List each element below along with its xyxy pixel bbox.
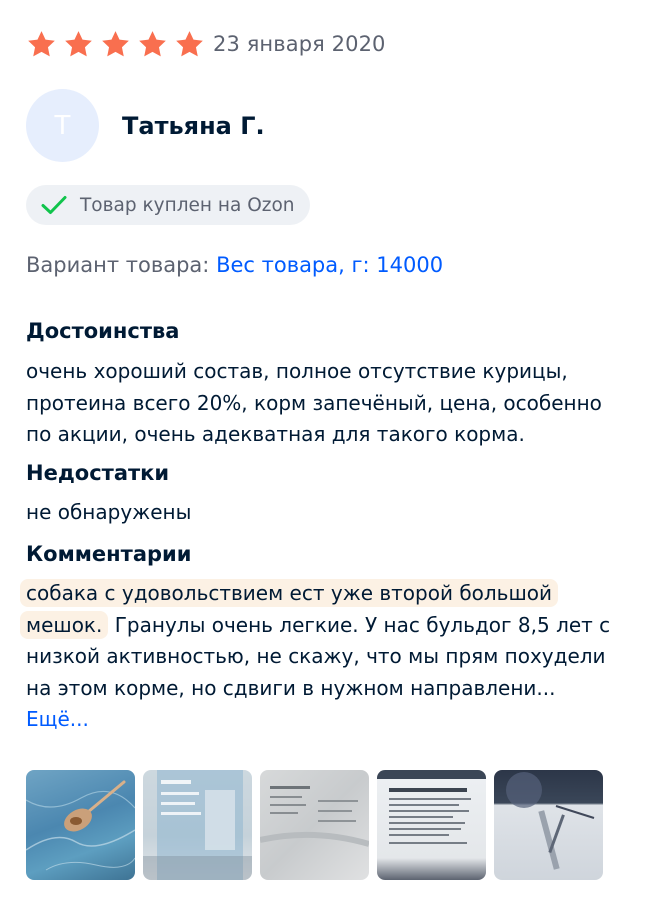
purchase-badge-text: Товар куплен на Ozon — [80, 194, 295, 216]
author-name: Татьяна Г. — [122, 111, 265, 140]
pros-text: очень хороший состав, полное отсутствие … — [26, 359, 602, 446]
review-photo[interactable] — [26, 770, 135, 880]
rating-row: 23 января 2020 — [26, 26, 386, 62]
comment-title: Комментарии — [26, 542, 192, 566]
product-variant: Вариант товара: Вес товара, г: 14000 — [26, 253, 443, 277]
star-icon — [102, 30, 129, 56]
review-photo[interactable] — [260, 770, 369, 880]
show-more-link[interactable]: Ещё... — [26, 707, 89, 731]
avatar: Т — [26, 89, 99, 162]
star-icon — [176, 30, 203, 56]
review-photos — [26, 770, 603, 880]
review-date: 23 января 2020 — [213, 32, 386, 56]
pros-title: Достоинства — [26, 319, 180, 343]
cons-text: не обнаружены — [26, 500, 192, 524]
review-card: 23 января 2020 Т Татьяна Г. Товар куплен… — [0, 0, 661, 901]
comment-rest: Гранулы очень легкие. У нас бульдог 8,5 … — [26, 612, 611, 700]
variant-label: Вариант товара: — [26, 253, 210, 277]
review-photo[interactable] — [143, 770, 252, 880]
star-rating — [26, 29, 205, 60]
review-photo[interactable] — [377, 770, 486, 880]
star-icon — [28, 30, 55, 56]
purchase-badge: Товар куплен на Ozon — [26, 185, 310, 225]
variant-value-link[interactable]: Вес товара, г: 14000 — [216, 253, 443, 277]
author-block: Т Татьяна Г. — [26, 89, 265, 162]
review-photo[interactable] — [494, 770, 603, 880]
check-icon — [41, 196, 67, 214]
cons-title: Недостатки — [26, 461, 170, 485]
star-icon — [139, 30, 166, 56]
comment-text: собака с удовольствием ест уже второй бо… — [20, 578, 626, 736]
star-icon — [65, 30, 92, 56]
